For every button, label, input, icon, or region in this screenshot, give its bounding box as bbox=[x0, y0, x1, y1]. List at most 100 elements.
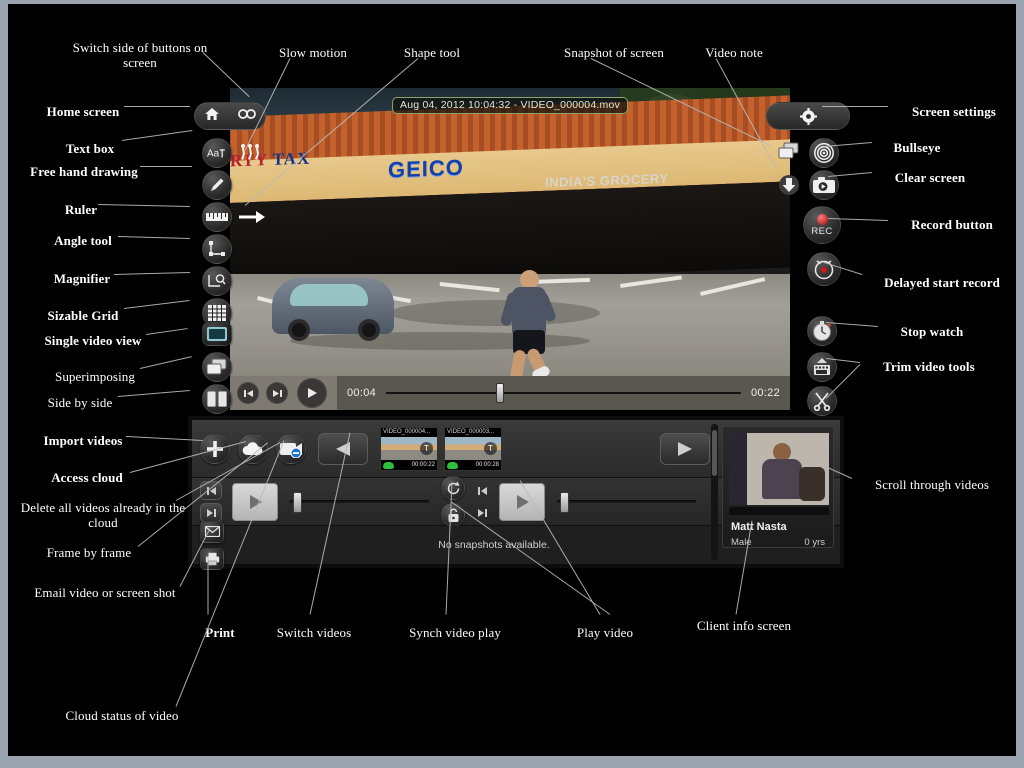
annotation-trim-video-tools: Trim video tools bbox=[883, 359, 975, 374]
play-video-button-right[interactable] bbox=[499, 482, 545, 521]
skip-forward-icon[interactable] bbox=[266, 382, 288, 404]
frame-forward-icon[interactable] bbox=[200, 503, 222, 522]
angle-icon[interactable] bbox=[202, 234, 232, 264]
record-indicator bbox=[816, 213, 828, 225]
record-label: REC bbox=[811, 225, 833, 237]
cloud-status-badge bbox=[447, 461, 458, 469]
annotation-angle-tool: Angle tool bbox=[54, 233, 112, 248]
annotation-home-screen: Home screen bbox=[46, 104, 120, 119]
leader-line bbox=[207, 556, 209, 615]
annotation-side-by-side: Side by side bbox=[47, 395, 113, 410]
annotation-synch-video-play: Synch video play bbox=[409, 625, 501, 640]
cloud-status-badge bbox=[383, 461, 394, 469]
annotation-import-videos: Import videos bbox=[43, 433, 123, 448]
video-thumbnail-1[interactable]: VIDEO_000004... T 00:00:22 bbox=[380, 426, 438, 471]
leader-line bbox=[123, 300, 191, 309]
annotation-cloud-status: Cloud status of video bbox=[65, 708, 179, 723]
scrubber-track[interactable] bbox=[386, 383, 741, 403]
text-aa-icon[interactable]: Aa bbox=[202, 138, 232, 168]
annotation-sizable-grid: Sizable Grid bbox=[47, 308, 119, 323]
running-subject bbox=[499, 270, 558, 376]
annotation-superimposing: Superimposing bbox=[54, 369, 136, 384]
leader-line bbox=[113, 272, 191, 275]
runners-icon[interactable] bbox=[237, 138, 267, 168]
scroll-videos-button[interactable] bbox=[660, 432, 710, 465]
annotation-switch-videos: Switch videos bbox=[276, 625, 352, 640]
annotation-free-hand-drawing: Free hand drawing bbox=[30, 164, 138, 179]
video-scrubber[interactable]: 00:04 00:22 bbox=[337, 376, 790, 410]
stacked-screens-icon[interactable] bbox=[202, 352, 232, 382]
leader-line bbox=[202, 52, 250, 97]
annotation-slow-motion: Slow motion bbox=[279, 45, 347, 60]
client-age: 0 yrs bbox=[804, 537, 825, 548]
single-screen-icon[interactable] bbox=[202, 322, 232, 346]
client-name: Matt Nasta bbox=[731, 521, 787, 533]
annotation-bullseye: Bullseye bbox=[893, 140, 941, 155]
client-video-preview[interactable] bbox=[729, 433, 829, 505]
leader-line bbox=[140, 166, 192, 167]
video-title: VIDEO_000004... bbox=[381, 427, 437, 437]
annotation-record-button: Record button bbox=[911, 217, 993, 232]
skip-back-icon[interactable] bbox=[237, 382, 259, 404]
scrollbar-thumb[interactable] bbox=[712, 430, 717, 476]
leader-line bbox=[117, 390, 191, 397]
home-icon[interactable] bbox=[204, 106, 220, 127]
annotation-scroll-through: Scroll through videos bbox=[874, 477, 990, 492]
sync-loop-icon[interactable] bbox=[441, 476, 465, 500]
alarm-record-icon[interactable] bbox=[807, 252, 841, 286]
video-thumbnail-2[interactable]: VIDEO_000003... T 00:00:28 bbox=[444, 426, 502, 471]
annotation-stop-watch: Stop watch bbox=[900, 324, 964, 339]
annotation-switch-side: Switch side of buttons on screen bbox=[72, 40, 208, 70]
stacked-screens-icon-right[interactable] bbox=[774, 136, 804, 166]
video-frame[interactable]: RTY TAX GEICO INDIA'S GROCERY Aug 04, 20… bbox=[230, 88, 790, 376]
svg-text:Aa: Aa bbox=[207, 149, 220, 160]
annotation-email-video: Email video or screen shot bbox=[34, 585, 176, 600]
leader-line bbox=[117, 236, 191, 239]
play-icon[interactable] bbox=[297, 378, 327, 408]
scrubber-thumb[interactable] bbox=[496, 383, 505, 403]
left-video-slider[interactable] bbox=[290, 492, 429, 513]
no-snapshots-message: No snapshots available. bbox=[438, 539, 550, 551]
film-eject-icon[interactable] bbox=[807, 352, 837, 382]
cloud-icon[interactable] bbox=[238, 433, 268, 464]
client-info-card[interactable]: Matt Nasta Male 0 yrs bbox=[722, 426, 834, 548]
left-slider-thumb[interactable] bbox=[292, 492, 302, 513]
current-time: 00:04 bbox=[347, 387, 377, 399]
frame-back-icon-right[interactable] bbox=[471, 481, 493, 500]
download-note-icon[interactable] bbox=[774, 170, 804, 200]
two-panes-icon[interactable] bbox=[202, 384, 232, 414]
arrow-right-icon[interactable] bbox=[237, 202, 267, 232]
leader-line bbox=[827, 172, 873, 177]
unlock-icon[interactable] bbox=[441, 503, 465, 527]
video-player-controls: 00:04 00:22 bbox=[230, 376, 790, 410]
video-badge: T bbox=[484, 441, 497, 455]
stopwatch-icon[interactable] bbox=[807, 316, 837, 346]
right-slider-thumb[interactable] bbox=[559, 492, 569, 513]
annotation-clear-screen: Clear screen bbox=[894, 170, 966, 185]
infinity-icon[interactable] bbox=[237, 107, 257, 126]
leader-line bbox=[139, 356, 193, 369]
video-library-panel: VIDEO_000004... T 00:00:22 VIDEO_000003.… bbox=[188, 416, 844, 570]
record-dot-icon[interactable]: REC bbox=[803, 206, 841, 244]
video-title: VIDEO_000003... bbox=[445, 427, 501, 437]
play-video-button-left[interactable] bbox=[232, 482, 278, 521]
printer-icon[interactable] bbox=[200, 547, 224, 570]
client-preview-bar bbox=[729, 507, 829, 515]
annotation-delayed-start: Delayed start record bbox=[884, 275, 1000, 290]
video-timestamp-overlay: Aug 04, 2012 10:04:32 - VIDEO_000004.mov bbox=[392, 97, 628, 114]
annotation-single-video-view: Single video view bbox=[44, 333, 142, 348]
annotation-access-cloud: Access cloud bbox=[51, 470, 123, 485]
leader-line bbox=[121, 130, 193, 141]
leader-line bbox=[145, 328, 189, 335]
leader-line bbox=[97, 204, 191, 207]
library-scrollbar[interactable] bbox=[711, 424, 718, 560]
annotation-magnifier: Magnifier bbox=[53, 271, 111, 286]
parked-car bbox=[272, 278, 394, 341]
annotation-snapshot-of-screen: Snapshot of screen bbox=[564, 45, 664, 60]
right-video-slider[interactable] bbox=[557, 492, 696, 513]
magnifier-icon[interactable] bbox=[202, 266, 232, 296]
ruler-icon[interactable] bbox=[202, 202, 232, 232]
bullseye-icon[interactable] bbox=[809, 138, 839, 168]
video-badge: T bbox=[420, 441, 433, 455]
pencil-icon[interactable] bbox=[202, 170, 232, 200]
